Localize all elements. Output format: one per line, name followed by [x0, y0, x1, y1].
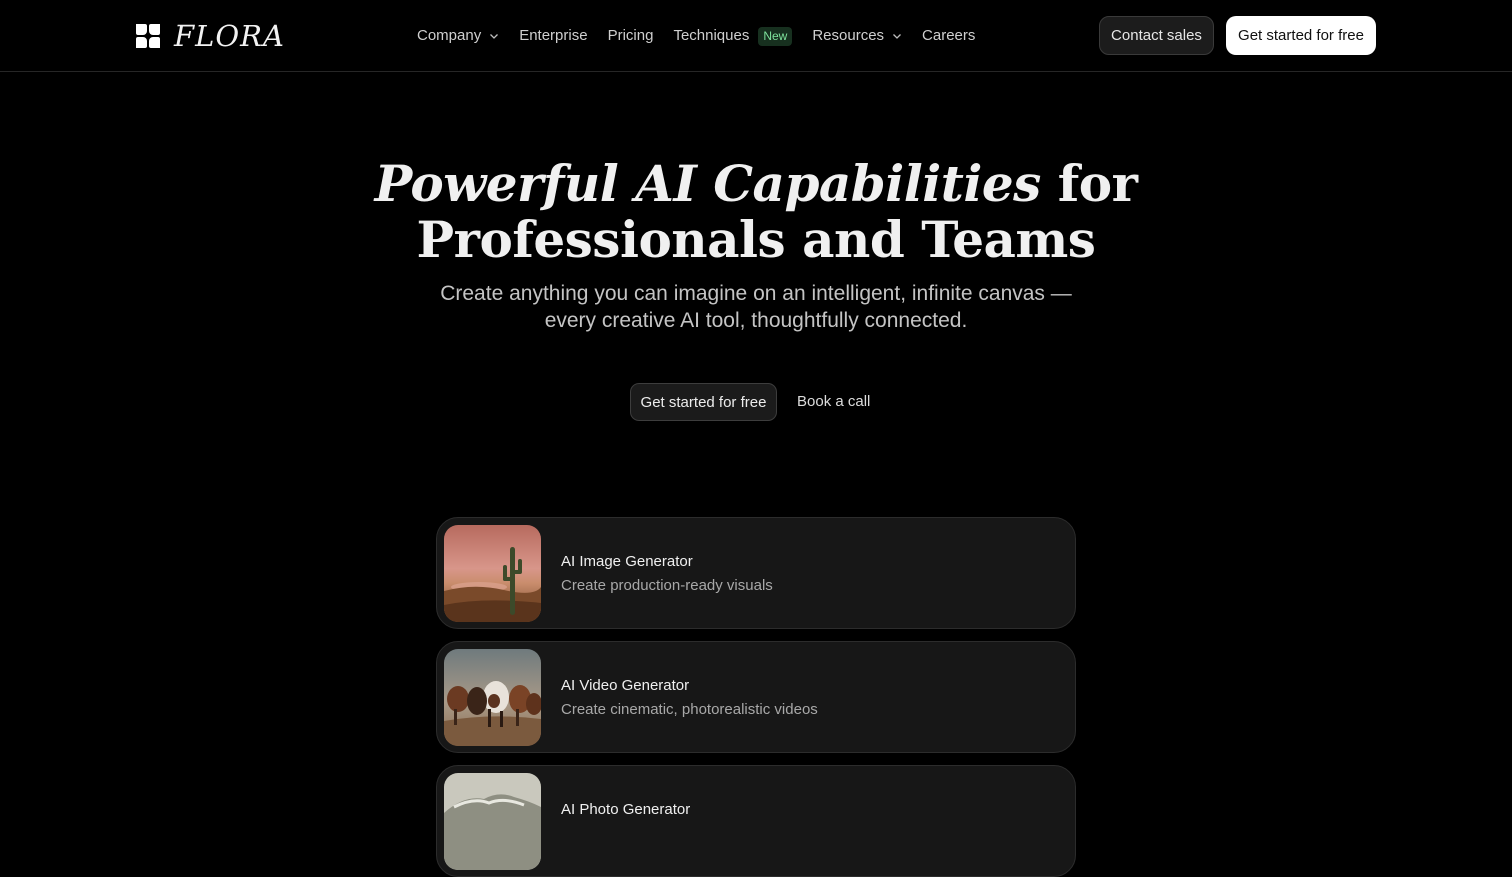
- new-badge: New: [758, 26, 793, 46]
- desert-cactus-image: [444, 525, 541, 622]
- book-a-call-link[interactable]: Book a call: [797, 383, 870, 421]
- nav-item-resources[interactable]: Resources: [812, 24, 902, 48]
- page-title: Powerful AI Capabilities for Professiona…: [0, 156, 1512, 268]
- flora-logo-icon[interactable]: [135, 23, 161, 49]
- card-title: AI Photo Generator: [561, 801, 691, 818]
- subtitle-line-1: Create anything you can imagine on an in…: [440, 282, 1072, 305]
- nav-links: Company Enterprise Pricing Techniques Ne…: [417, 24, 995, 48]
- card-description: Create cinematic, photorealistic videos: [561, 701, 818, 718]
- hero-get-started-button[interactable]: Get started for free: [630, 383, 777, 421]
- brand-wordmark[interactable]: FLORA: [174, 18, 285, 54]
- nav-item-label: Company: [417, 27, 482, 44]
- capability-card-image[interactable]: AI Image Generator Create production-rea…: [436, 517, 1076, 629]
- nav-item-pricing[interactable]: Pricing: [608, 24, 654, 48]
- chevron-down-icon: [490, 34, 499, 39]
- title-rest-part: for: [1040, 154, 1138, 213]
- title-line-2: Professionals and Teams: [416, 210, 1096, 269]
- card-title: AI Image Generator: [561, 553, 693, 570]
- nav-item-label: Pricing: [607, 27, 654, 44]
- capability-card-video[interactable]: AI Video Generator Create cinematic, pho…: [436, 641, 1076, 753]
- mountain-image: [444, 773, 541, 870]
- title-italic-part: Powerful AI Capabilities: [374, 154, 1042, 213]
- card-description: Create production-ready visuals: [561, 577, 773, 594]
- nav-item-techniques[interactable]: Techniques New: [673, 24, 793, 48]
- nav-item-label: Careers: [922, 27, 976, 44]
- capability-card-photo[interactable]: AI Photo Generator: [436, 765, 1076, 877]
- card-title: AI Video Generator: [561, 677, 690, 694]
- hero-cta-row: Get started for free Book a call: [630, 383, 870, 421]
- top-navigation: FLORA Company Enterprise Pricing Techniq…: [0, 0, 1512, 72]
- nav-item-enterprise[interactable]: Enterprise: [519, 24, 587, 48]
- nav-item-company[interactable]: Company: [417, 24, 499, 48]
- running-horses-image: [444, 649, 541, 746]
- nav-item-label: Resources: [812, 27, 885, 44]
- nav-item-label: Enterprise: [519, 27, 588, 44]
- hero-subtitle: Create anything you can imagine on an in…: [0, 280, 1512, 334]
- nav-item-label: Techniques: [673, 27, 750, 44]
- subtitle-line-2: every creative AI tool, thoughtfully con…: [544, 309, 968, 332]
- get-started-button[interactable]: Get started for free: [1226, 16, 1376, 55]
- contact-sales-button[interactable]: Contact sales: [1099, 16, 1214, 55]
- chevron-down-icon: [893, 34, 902, 39]
- nav-item-careers[interactable]: Careers: [922, 24, 975, 48]
